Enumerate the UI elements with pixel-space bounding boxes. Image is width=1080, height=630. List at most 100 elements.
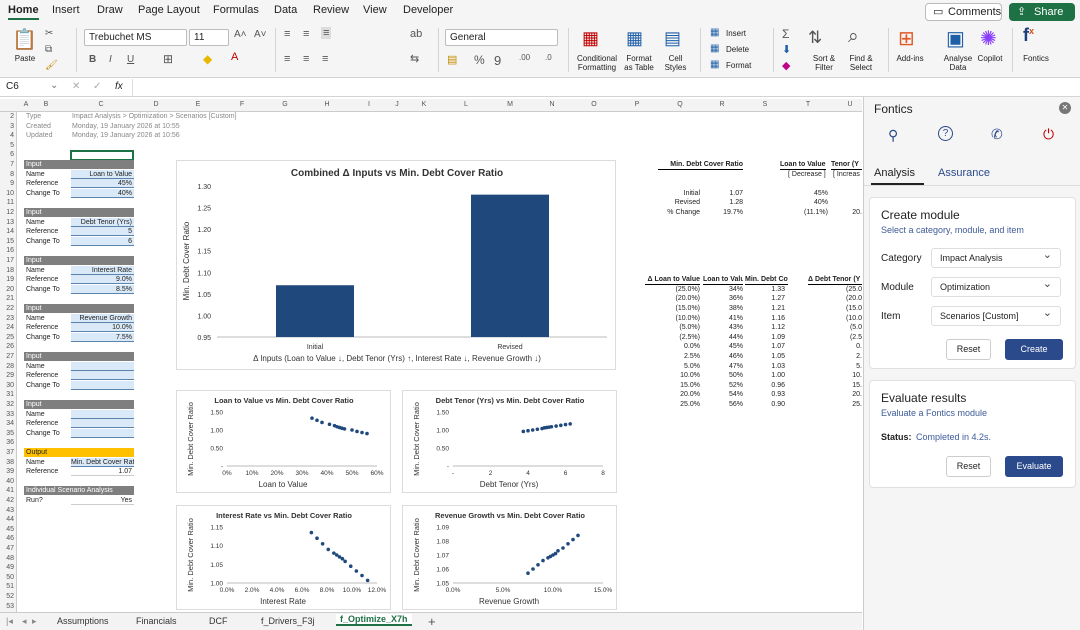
user-settings-icon[interactable]: ⚲ <box>888 127 898 144</box>
input-name-cell[interactable] <box>71 409 134 419</box>
sheet-tab-drivers[interactable]: f_Drivers_F3j <box>261 616 315 626</box>
name-box-chevron-icon[interactable]: ⌄ <box>50 80 58 91</box>
row-header[interactable]: 42 <box>0 497 14 504</box>
input-reference-cell[interactable]: 5 <box>71 227 134 237</box>
row-header[interactable]: 15 <box>0 238 14 245</box>
output-name-cell[interactable]: Min. Debt Cover Ratio <box>71 457 134 467</box>
data-point[interactable] <box>530 428 535 432</box>
input-name-cell[interactable]: Interest Rate <box>71 265 134 275</box>
row-header[interactable]: 52 <box>0 593 14 600</box>
column-header[interactable]: M <box>505 101 515 108</box>
input-reference-cell[interactable]: 45% <box>71 179 134 189</box>
data-point[interactable] <box>526 571 530 575</box>
input-name-cell[interactable]: Revenue Growth <box>71 313 134 323</box>
align-top-icon[interactable]: ≡ <box>284 28 290 40</box>
column-header[interactable]: S <box>760 101 770 108</box>
data-point[interactable] <box>354 569 359 573</box>
data-point[interactable] <box>535 427 540 432</box>
cell-styles-icon[interactable]: ▤ <box>664 28 681 49</box>
column-header[interactable]: E <box>193 101 203 108</box>
data-point[interactable] <box>315 418 319 423</box>
font-size-select[interactable]: 11 <box>189 29 229 46</box>
cut-icon[interactable]: ✂ <box>45 28 53 39</box>
input-reference-cell[interactable] <box>71 419 134 429</box>
data-point[interactable] <box>320 542 325 546</box>
fontics-icon[interactable]: fx <box>1023 25 1034 46</box>
column-header[interactable]: T <box>803 101 813 108</box>
data-point[interactable] <box>571 537 575 542</box>
data-point[interactable] <box>350 428 354 432</box>
input-change-to-cell[interactable]: 40% <box>71 188 134 198</box>
row-header[interactable]: 26 <box>0 343 14 350</box>
format-as-table-icon[interactable]: ▦ <box>626 28 643 49</box>
copilot-icon[interactable]: ✺ <box>980 26 997 51</box>
format-cells-icon[interactable]: ▦ <box>710 59 719 70</box>
data-point[interactable] <box>553 551 558 556</box>
revenue-chart[interactable]: Revenue Growth vs Min. Debt Cover Ratio 1… <box>402 505 617 610</box>
row-header[interactable]: 34 <box>0 420 14 427</box>
bar[interactable] <box>276 285 354 337</box>
input-name-cell[interactable]: Debt Tenor (Yrs) <box>71 217 134 227</box>
format-painter-icon[interactable]: 🖌 <box>45 60 58 71</box>
data-point[interactable] <box>343 559 347 564</box>
data-point[interactable] <box>549 424 554 429</box>
input-change-to-cell[interactable]: 8.5% <box>71 284 134 294</box>
tab-data[interactable]: Data <box>274 4 297 16</box>
data-point[interactable] <box>340 556 345 561</box>
cancel-icon[interactable]: ✕ <box>72 81 80 92</box>
find-select-label[interactable]: Find & Select <box>842 54 880 72</box>
row-header[interactable]: 32 <box>0 401 14 408</box>
input-name-cell[interactable]: Loan to Value <box>71 169 134 179</box>
row-header[interactable]: 35 <box>0 430 14 437</box>
run-cell[interactable]: Yes <box>71 496 134 505</box>
tab-draw[interactable]: Draw <box>97 4 123 16</box>
ltv-chart[interactable]: Loan to Value vs Min. Debt Cover Ratio 1.… <box>176 390 391 493</box>
decrease-font-icon[interactable]: A˅ <box>254 29 267 40</box>
column-header[interactable]: I <box>364 101 374 108</box>
share-button[interactable]: ⇪ Share <box>1009 3 1075 21</box>
delete-cells-button[interactable]: Delete <box>726 45 749 54</box>
formula-input[interactable] <box>132 79 1072 96</box>
row-header[interactable]: 9 <box>0 180 14 187</box>
font-name-select[interactable]: Trebuchet MS <box>84 29 187 46</box>
interest-chart[interactable]: Interest Rate vs Min. Debt Cover Ratio 1.… <box>176 505 391 610</box>
percent-icon[interactable]: % <box>474 53 485 67</box>
data-point[interactable] <box>531 567 535 571</box>
row-header[interactable]: 8 <box>0 171 14 178</box>
column-header[interactable]: R <box>717 101 727 108</box>
data-point[interactable] <box>309 530 314 535</box>
input-name-cell[interactable] <box>71 361 134 371</box>
tab-view[interactable]: View <box>363 4 387 16</box>
row-header[interactable]: 41 <box>0 487 14 494</box>
row-header[interactable]: 43 <box>0 507 14 514</box>
input-reference-cell[interactable]: 9.0% <box>71 275 134 285</box>
paste-icon[interactable]: 📋 <box>12 27 37 52</box>
input-reference-cell[interactable] <box>71 371 134 381</box>
column-header[interactable]: O <box>589 101 599 108</box>
fontics-label[interactable]: Fontics <box>1016 54 1056 63</box>
row-header[interactable]: 4 <box>0 132 14 139</box>
row-header[interactable]: 45 <box>0 526 14 533</box>
row-header[interactable]: 24 <box>0 324 14 331</box>
conditional-formatting-label[interactable]: Conditional Formatting <box>572 54 622 72</box>
tab-insert[interactable]: Insert <box>52 4 80 16</box>
row-header[interactable]: 50 <box>0 574 14 581</box>
row-header[interactable]: 29 <box>0 372 14 379</box>
italic-icon[interactable]: I <box>109 54 112 65</box>
align-center-icon[interactable]: ≡ <box>303 53 309 65</box>
row-header[interactable]: 20 <box>0 286 14 293</box>
borders-icon[interactable]: ⊞ <box>163 52 173 66</box>
data-point[interactable] <box>536 563 540 567</box>
paste-label[interactable]: Paste <box>10 54 40 63</box>
column-header[interactable]: L <box>461 101 471 108</box>
comma-icon[interactable]: 9 <box>494 53 501 68</box>
row-header[interactable]: 49 <box>0 564 14 571</box>
confirm-icon[interactable]: ✓ <box>93 81 101 92</box>
column-header[interactable]: U <box>845 101 855 108</box>
data-point[interactable] <box>320 420 324 425</box>
align-left-icon[interactable]: ≡ <box>284 53 290 65</box>
copy-icon[interactable]: ⧉ <box>45 44 52 55</box>
data-point[interactable] <box>310 416 314 420</box>
data-point[interactable] <box>568 422 572 426</box>
tab-page-layout[interactable]: Page Layout <box>138 4 200 16</box>
